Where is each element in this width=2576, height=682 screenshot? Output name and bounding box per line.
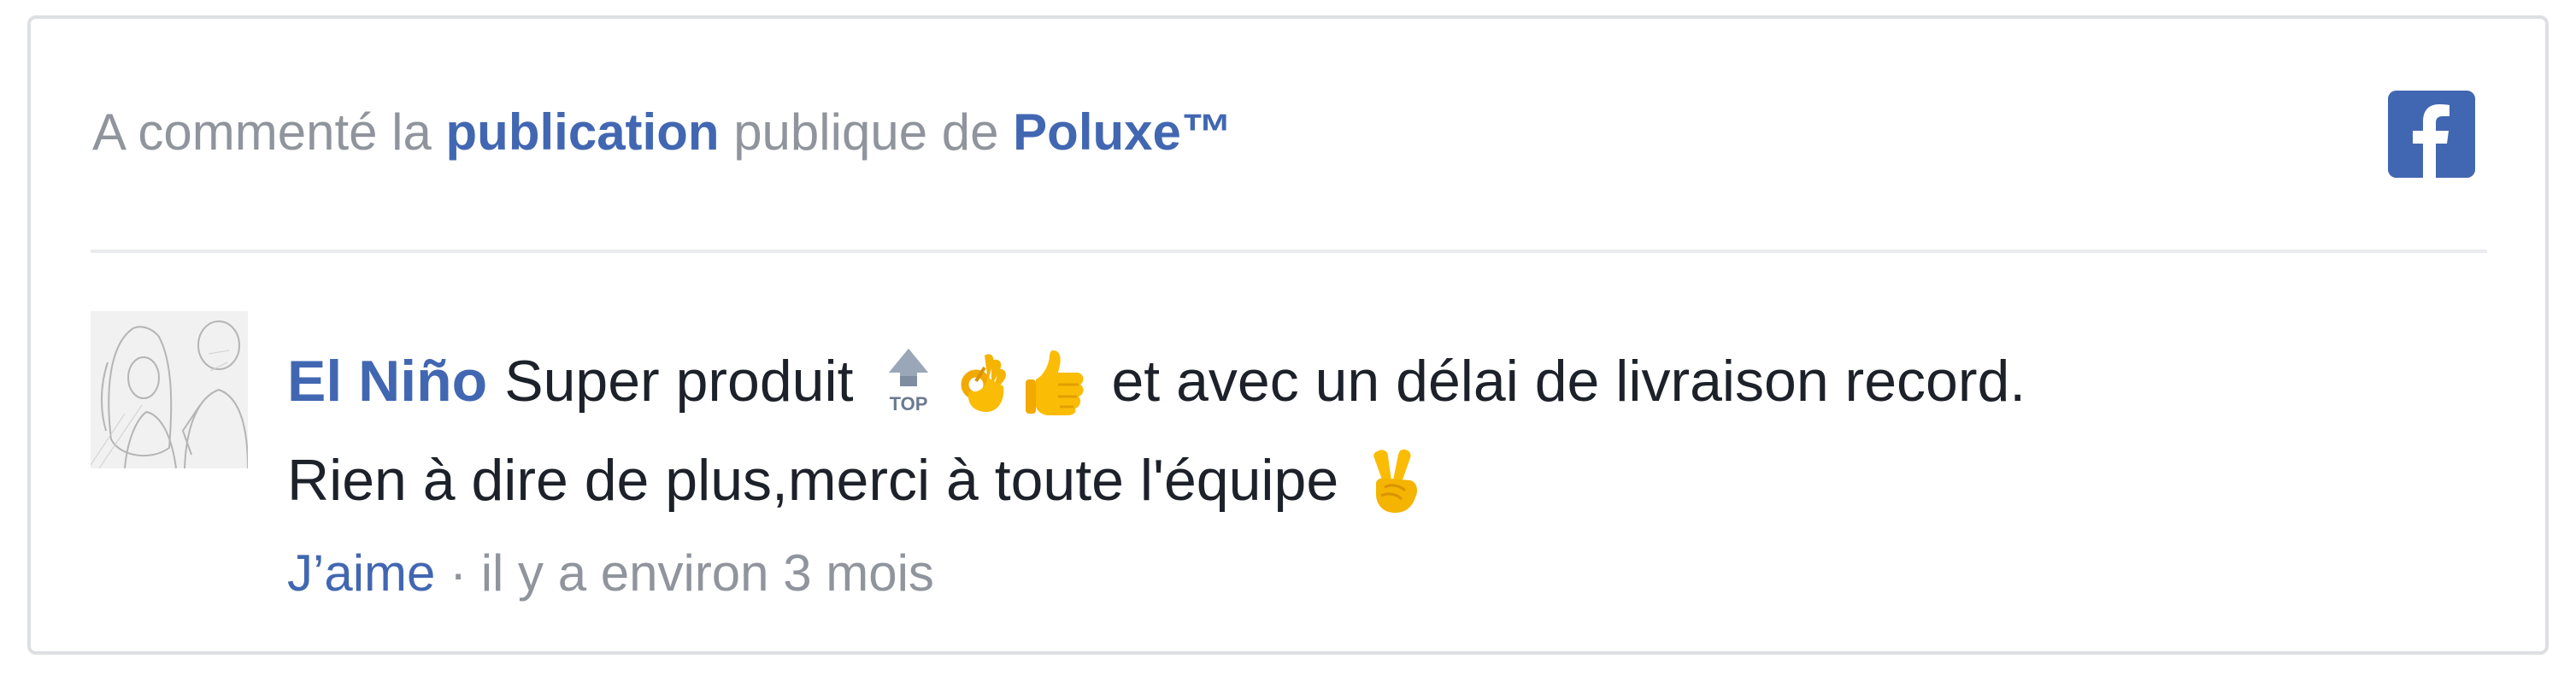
actions-separator: · bbox=[450, 544, 468, 602]
avatar[interactable] bbox=[91, 311, 248, 468]
ok-hand-emoji bbox=[950, 347, 1014, 415]
header-prefix: A commenté la bbox=[92, 103, 432, 161]
comment-timestamp[interactable]: il y a environ 3 mois bbox=[481, 544, 934, 602]
comment-text-part1: Super produit bbox=[504, 349, 854, 414]
thumbs-up-emoji bbox=[1024, 347, 1087, 415]
like-link[interactable]: J’aime bbox=[287, 544, 435, 602]
header-middle: publique de bbox=[733, 103, 999, 161]
comment-line-1: El Niño Super produit TOP et avec un dél… bbox=[287, 332, 2475, 431]
divider bbox=[91, 250, 2487, 253]
facebook-icon[interactable] bbox=[2388, 91, 2475, 178]
activity-header: A commenté la publication publique de Po… bbox=[92, 101, 1232, 162]
comment-body: El Niño Super produit TOP et avec un dél… bbox=[287, 332, 2475, 530]
post-link[interactable]: publication bbox=[446, 103, 720, 162]
comment-actions: J’aime · il y a environ 3 mois bbox=[287, 544, 934, 603]
victory-hand-emoji bbox=[1362, 446, 1426, 514]
comment-text-part2: et avec un délai de livraison record. bbox=[1111, 349, 2026, 414]
top-arrow-emoji: TOP bbox=[877, 347, 940, 415]
comment-card: A commenté la publication publique de Po… bbox=[27, 15, 2549, 655]
comment-text-line2: Rien à dire de plus,merci à toute l'équi… bbox=[287, 448, 1339, 513]
page-link[interactable]: Poluxe™ bbox=[1013, 103, 1232, 162]
top-label: TOP bbox=[890, 393, 928, 414]
comment-line-2: Rien à dire de plus,merci à toute l'équi… bbox=[287, 431, 2475, 530]
comment-author[interactable]: El Niño bbox=[287, 332, 487, 431]
